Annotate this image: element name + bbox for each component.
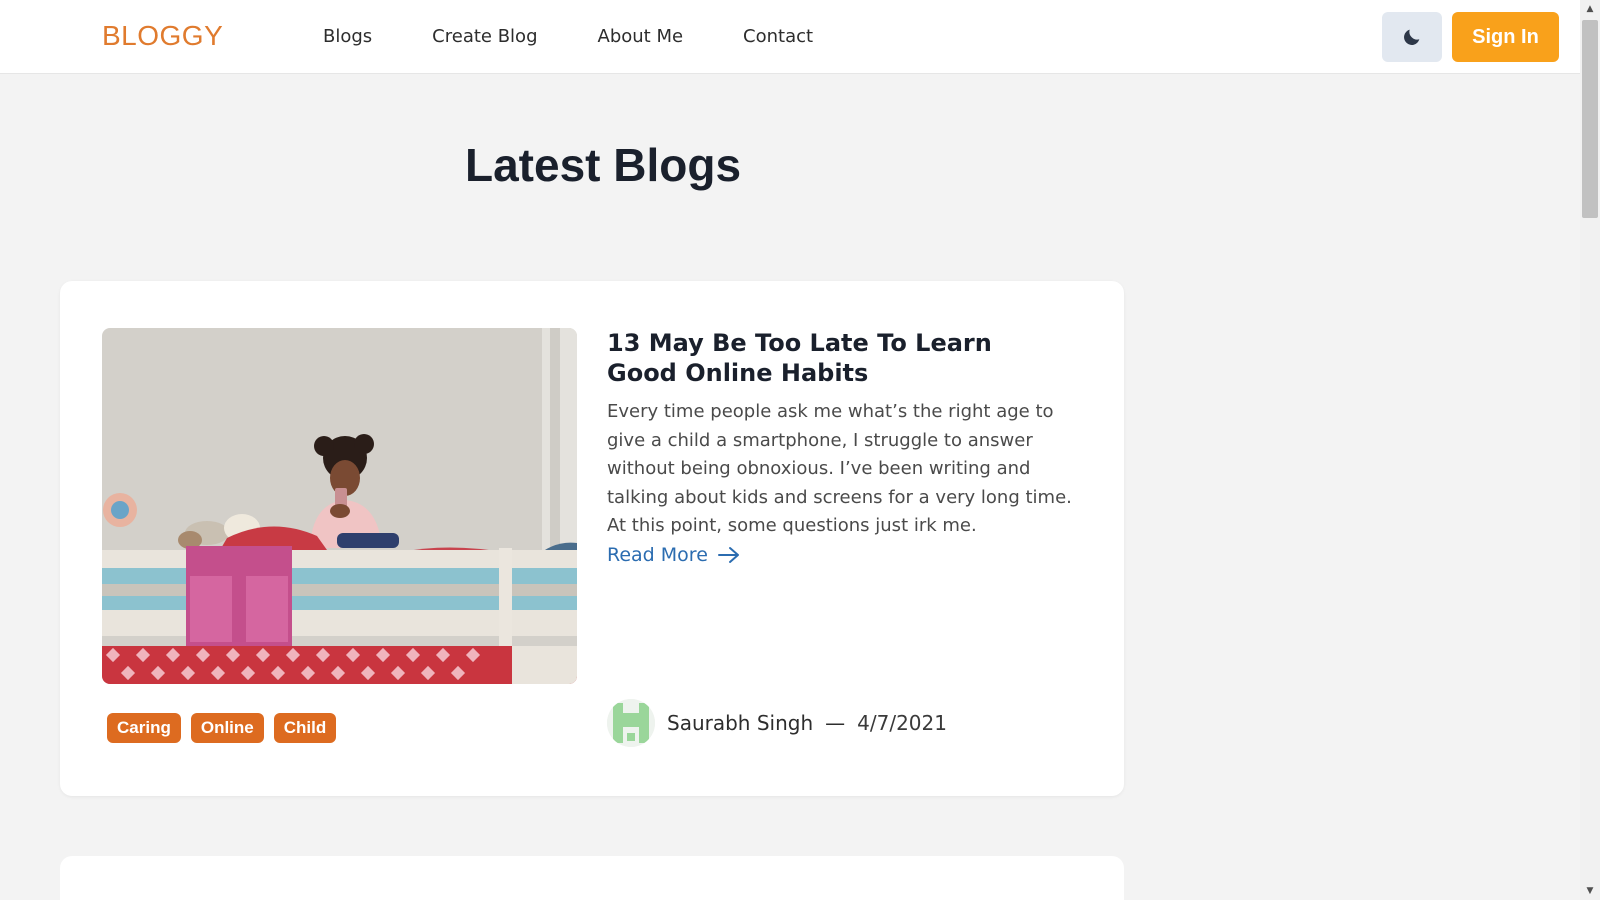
sign-in-button[interactable]: Sign In: [1452, 12, 1559, 62]
tag-list: Caring Online Child: [107, 713, 346, 743]
theme-toggle-button[interactable]: [1382, 12, 1442, 62]
read-more-link[interactable]: Read More: [607, 544, 740, 566]
blog-card-image[interactable]: [102, 328, 577, 684]
tag-caring[interactable]: Caring: [107, 713, 181, 743]
read-more-label: Read More: [607, 544, 708, 566]
blog-post-excerpt: Every time people ask me what’s the righ…: [607, 401, 1072, 537]
author-avatar[interactable]: [607, 699, 655, 747]
blog-post-title[interactable]: 13 May Be Too Late To Learn Good Online …: [607, 328, 1057, 388]
nav-link-create-blog[interactable]: Create Blog: [432, 26, 537, 47]
main-nav: Blogs Create Blog About Me Contact: [323, 26, 873, 47]
author-date-separator: —: [825, 711, 846, 735]
blog-card: [60, 856, 1124, 900]
nav-link-contact[interactable]: Contact: [743, 26, 813, 47]
arrow-right-icon: [717, 547, 739, 563]
scroll-down-arrow-icon[interactable]: ▼: [1583, 884, 1597, 898]
tag-child[interactable]: Child: [273, 713, 337, 743]
moon-icon: [1404, 29, 1420, 45]
top-navbar: BLOGGY Blogs Create Blog About Me Contac…: [0, 0, 1580, 74]
scrollbar-thumb[interactable]: [1582, 20, 1598, 218]
post-date: 4/7/2021: [857, 711, 947, 735]
tag-online[interactable]: Online: [190, 713, 264, 743]
scroll-up-arrow-icon[interactable]: ▲: [1583, 2, 1597, 16]
brand-logo[interactable]: BLOGGY: [102, 20, 223, 52]
page-title: Latest Blogs: [465, 139, 742, 191]
author-info: Saurabh Singh — 4/7/2021: [607, 699, 947, 747]
nav-link-about-me[interactable]: About Me: [598, 26, 684, 47]
author-name: Saurabh Singh: [667, 711, 814, 735]
nav-link-blogs[interactable]: Blogs: [323, 26, 372, 47]
